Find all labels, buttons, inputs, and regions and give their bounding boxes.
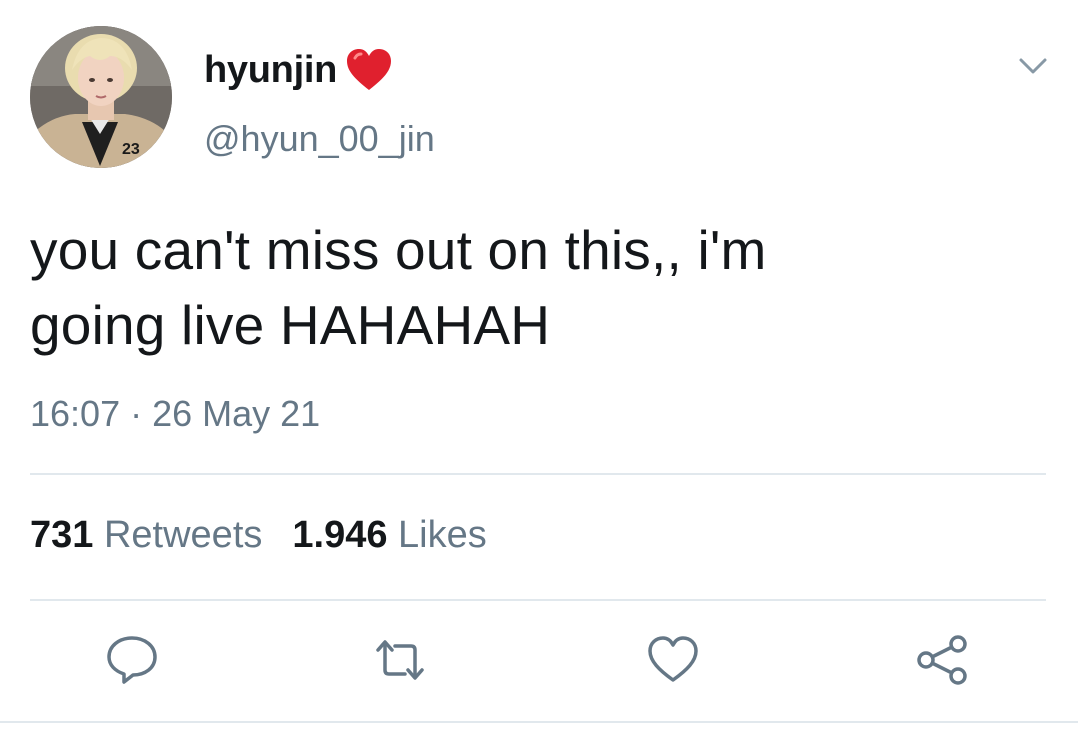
tweet-text-line: going live HAHAHAH [30,294,551,356]
tweet-card: 23 hyunjin @hyun_00_jin you can't miss o… [0,0,1078,740]
divider [30,599,1046,601]
tweet-stats: 731 Retweets 1.946 Likes [30,514,487,557]
retweets-label: Retweets [103,514,263,556]
heart-icon [648,636,698,682]
red-heart-emoji-icon [347,49,391,90]
author-handle[interactable]: @hyun_00_jin [204,118,435,160]
avatar-photo: 23 [30,26,172,168]
display-name[interactable]: hyunjin [204,49,337,92]
reply-icon [107,636,157,684]
retweet-icon [376,640,424,680]
reply-button[interactable] [104,632,160,688]
tweet-text: you can't miss out on this,, i'm going l… [30,213,1040,363]
tweet-text-line: you can't miss out on this,, i'm [30,219,767,281]
retweets-count: 731 [30,514,94,556]
like-button[interactable] [645,632,701,688]
author-name-row[interactable]: hyunjin [204,44,393,96]
likes-stat[interactable]: 1.946 Likes [292,514,486,557]
share-icon [917,635,967,685]
avatar[interactable]: 23 [30,26,172,168]
chevron-down-icon[interactable] [1016,50,1050,80]
retweet-button[interactable] [372,632,428,688]
likes-label: Likes [398,514,487,556]
divider [0,721,1078,723]
retweets-stat[interactable]: 731 Retweets [30,514,262,557]
svg-text:23: 23 [122,141,140,158]
divider [30,473,1046,475]
tweet-timestamp[interactable]: 16:07 · 26 May 21 [30,393,320,435]
likes-count: 1.946 [292,514,388,556]
share-button[interactable] [914,632,970,688]
